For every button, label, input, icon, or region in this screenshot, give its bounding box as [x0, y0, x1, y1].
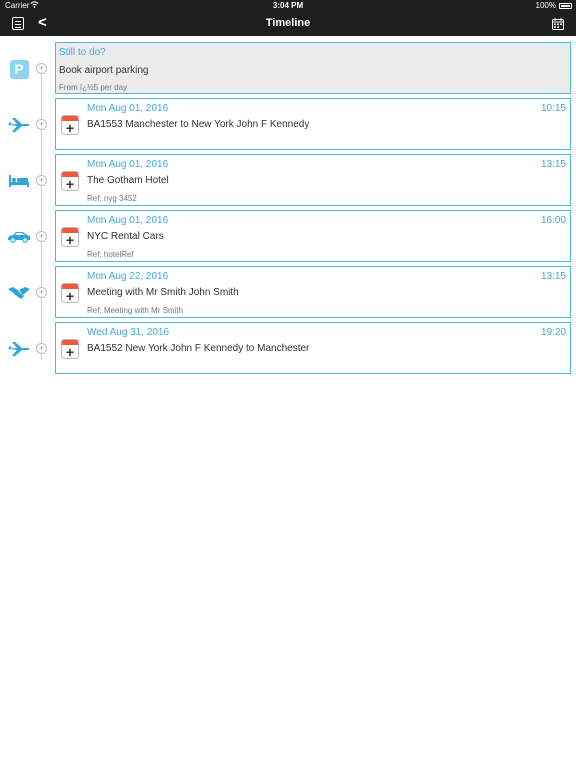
handshake-icon	[6, 283, 32, 303]
event-time: 16:00	[540, 215, 566, 226]
add-node-icon[interactable]: +	[36, 287, 47, 298]
event-card[interactable]: + Mon Aug 01, 2016 16:00 NYC Rental Cars…	[55, 210, 571, 262]
event-card[interactable]: + Mon Aug 01, 2016 10:15 BA1553 Manchest…	[55, 98, 571, 150]
event-time: 13:15	[540, 271, 566, 282]
battery-percentage: 100%	[535, 1, 556, 10]
timeline-row: + + Mon Aug 22, 2016 13:15 Meeting with …	[0, 265, 576, 319]
event-date: Mon Aug 22, 2016	[87, 271, 169, 282]
calendar-icon[interactable]	[552, 17, 564, 30]
timeline-row: + + Mon Aug 01, 2016 10:15 BA1553 Manche…	[0, 97, 576, 151]
event-date: Mon Aug 01, 2016	[87, 103, 169, 114]
add-node-icon[interactable]: +	[36, 343, 47, 354]
event-time: 10:15	[540, 103, 566, 114]
add-node-icon[interactable]: +	[36, 63, 47, 74]
event-ref: Ref: hotelRef	[87, 250, 134, 259]
nav-bar: < Timeline	[0, 12, 576, 36]
plane-icon	[6, 115, 32, 135]
event-card[interactable]: + Wed Aug 31, 2016 19:20 BA1552 New York…	[55, 322, 571, 374]
event-title: Meeting with Mr Smith John Smith	[87, 287, 239, 298]
event-title: BA1553 Manchester to New York John F Ken…	[87, 119, 310, 130]
todo-row: P + Still to do? Book airport parking Fr…	[0, 41, 576, 95]
battery-icon	[559, 3, 572, 9]
event-ref: Ref: nyg 3452	[87, 194, 137, 203]
add-to-calendar-icon[interactable]: +	[61, 283, 79, 303]
event-card[interactable]: + Mon Aug 22, 2016 13:15 Meeting with Mr…	[55, 266, 571, 318]
timeline-row: + + Mon Aug 01, 2016 13:15 The Gotham Ho…	[0, 153, 576, 207]
plane-icon	[6, 339, 32, 359]
add-to-calendar-icon[interactable]: +	[61, 171, 79, 191]
car-icon	[6, 227, 32, 247]
status-bar: Carrier 3:04 PM 100%	[0, 0, 576, 12]
event-date: Mon Aug 01, 2016	[87, 159, 169, 170]
event-date: Wed Aug 31, 2016	[87, 327, 170, 338]
event-date: Mon Aug 01, 2016	[87, 215, 169, 226]
parking-icon: P	[6, 59, 32, 79]
add-to-calendar-icon[interactable]: +	[61, 339, 79, 359]
status-time: 3:04 PM	[272, 1, 304, 10]
add-to-calendar-icon[interactable]: +	[61, 115, 79, 135]
todo-heading: Still to do?	[59, 47, 106, 58]
add-node-icon[interactable]: +	[36, 175, 47, 186]
add-to-calendar-icon[interactable]: +	[61, 227, 79, 247]
add-node-icon[interactable]: +	[36, 231, 47, 242]
add-node-icon[interactable]: +	[36, 119, 47, 130]
bed-icon	[6, 171, 32, 191]
page-title: Timeline	[265, 17, 311, 29]
todo-title: Book airport parking	[59, 65, 149, 76]
event-ref: Ref: Meeting with Mr Smith	[87, 306, 184, 315]
event-time: 19:20	[540, 327, 566, 338]
event-title: BA1552 New York John F Kennedy to Manche…	[87, 343, 310, 354]
event-time: 13:15	[540, 159, 566, 170]
event-title: NYC Rental Cars	[87, 231, 164, 242]
todo-detail: From ï¿½5 per day	[59, 83, 128, 92]
event-title: The Gotham Hotel	[87, 175, 169, 186]
todo-card[interactable]: Still to do? Book airport parking From ï…	[55, 42, 571, 94]
timeline-row: + + Mon Aug 01, 2016 16:00 NYC Rental Ca…	[0, 209, 576, 263]
event-card[interactable]: + Mon Aug 01, 2016 13:15 The Gotham Hote…	[55, 154, 571, 206]
timeline-row: + + Wed Aug 31, 2016 19:20 BA1552 New Yo…	[0, 321, 576, 375]
